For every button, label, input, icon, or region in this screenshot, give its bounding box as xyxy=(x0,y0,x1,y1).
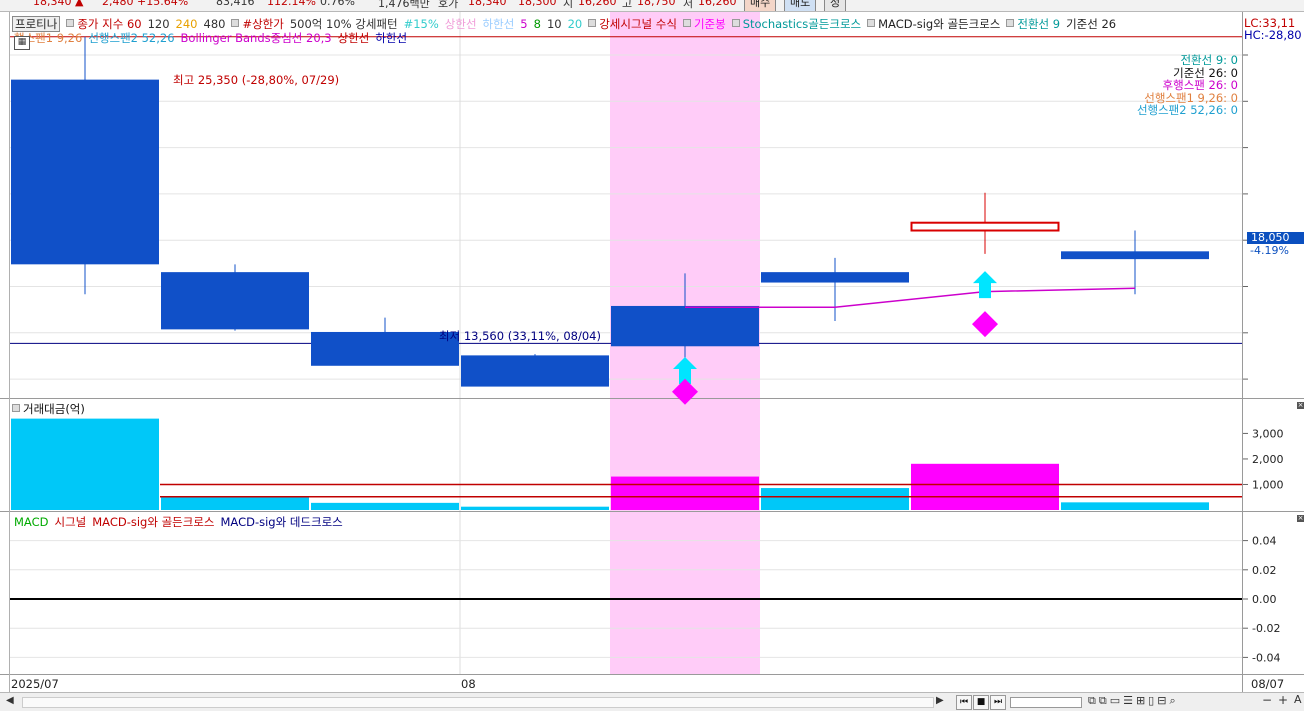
legend-item[interactable]: MACD-sig와 데드크로스 xyxy=(220,515,342,529)
signal-arrow xyxy=(973,271,997,299)
ichimoku-value: 전환선 9: 0 xyxy=(1180,53,1238,67)
current-change-tag: -4.19% xyxy=(1250,244,1289,257)
legend-item[interactable]: 기준선 26 xyxy=(1066,17,1116,31)
volume-bar xyxy=(11,418,159,510)
macd-tick-label: -0.02 xyxy=(1252,622,1280,635)
scroll-left-icon[interactable]: ◀ xyxy=(6,695,14,706)
legend-item[interactable]: 전환선 9 xyxy=(1017,17,1060,31)
high-annotation: 최고 25,350 (-28,80%, 07/29) xyxy=(173,73,340,87)
candle-body xyxy=(461,355,609,387)
zoom-out-icon[interactable]: − xyxy=(1262,693,1272,707)
legend-marker xyxy=(66,19,75,27)
volume-bar xyxy=(911,463,1059,510)
calculator-icon[interactable]: ▦ xyxy=(14,36,30,50)
legend-item[interactable]: #상한가 xyxy=(242,17,283,31)
legend-marker xyxy=(588,19,597,27)
candle-body xyxy=(161,272,309,330)
legend-item[interactable]: 시그널 xyxy=(54,515,86,529)
ichimoku-value: 선행스팬2 52,26: 0 xyxy=(1136,103,1238,118)
main-legend-row2: 행스팬1 9,26 선행스팬2 52,26 Bollinger Bands중심선 2… xyxy=(14,30,413,46)
legend-item[interactable]: 하한선 xyxy=(375,31,407,45)
legend-item[interactable]: 하한선 xyxy=(483,17,515,31)
legend-marker xyxy=(867,19,876,27)
stop-icon[interactable]: ■ xyxy=(973,695,989,710)
tool-icons[interactable]: ⧉⧉▭☰⊞▯⊟⌕ xyxy=(1088,694,1179,708)
legend-item[interactable]: 5 xyxy=(520,17,527,31)
volume-bar xyxy=(611,476,759,510)
volume-tick-label: 2,000 xyxy=(1252,453,1284,466)
candle-body xyxy=(11,79,159,265)
legend-item[interactable]: Bollinger Bands중심선 20,3 xyxy=(181,31,332,45)
candle-body xyxy=(311,331,459,366)
legend-item[interactable]: 기준봉 xyxy=(694,17,726,31)
legend-marker xyxy=(682,19,691,27)
macd-legend: MACD 시그널 MACD-sig와 골든크로스 MACD-sig와 데드크로스 xyxy=(14,514,349,530)
ichimoku-values: 전환선 9: 0 기준선 26: 0 후행스팬 26: 0 선행스팬1 9,26: 0… xyxy=(1137,54,1238,117)
legend-item[interactable]: 선행스팬2 52,26 xyxy=(88,31,174,45)
legend-item[interactable]: 상한선 xyxy=(338,31,370,45)
auto-icon[interactable]: A xyxy=(1294,693,1302,706)
legend-item[interactable]: #15% xyxy=(404,17,439,31)
chart-canvas[interactable]: 3,000 2,000 1,000 0.04 0.02 0.00 -0.02 -0.04 xyxy=(0,0,1304,692)
legend-item[interactable]: 480 xyxy=(204,17,226,31)
candle-body xyxy=(611,305,759,347)
legend-item[interactable]: 120 xyxy=(148,17,170,31)
legend-item[interactable]: MACD xyxy=(14,515,48,529)
bottom-toolbar: ◀ ▶ ⏮ ■ ⏭ ⧉⧉▭☰⊞▯⊟⌕ − + A xyxy=(0,692,1304,711)
current-price-tag: 18,050 xyxy=(1247,232,1304,244)
volume-bar xyxy=(461,506,609,510)
legend-item[interactable]: 8 xyxy=(534,17,541,31)
volume-bar xyxy=(161,496,309,510)
legend-item[interactable]: 강세시그널 수식 xyxy=(599,17,677,31)
legend-item[interactable]: 500억 10% 강세패턴 xyxy=(290,17,398,31)
legend-item[interactable]: MACD-sig와 골든크로스 xyxy=(878,17,1000,31)
zoom-slider[interactable] xyxy=(1010,697,1082,708)
hc-label: HC:-28,80 xyxy=(1244,28,1302,42)
ichimoku-value: 후행스팬 26: 0 xyxy=(1162,78,1238,93)
last-icon[interactable]: ⏭ xyxy=(990,695,1006,710)
legend-item[interactable]: 10 xyxy=(547,17,562,31)
legend-item[interactable]: MACD-sig와 골든크로스 xyxy=(92,515,214,529)
macd-tick-label: -0.04 xyxy=(1252,651,1280,664)
x-label-mid: 08 xyxy=(461,677,476,691)
legend-item[interactable]: 종가 지수 60 xyxy=(77,17,141,31)
volume-legend: 거래대금(억) xyxy=(12,401,85,417)
macd-tick-label: 0.04 xyxy=(1252,535,1277,548)
legend-item[interactable]: 20 xyxy=(568,17,583,31)
macd-tick-label: 0.00 xyxy=(1252,593,1277,606)
legend-marker xyxy=(731,19,740,27)
legend-item[interactable]: 240 xyxy=(176,17,198,31)
volume-bar xyxy=(1061,502,1209,510)
zoom-in-icon[interactable]: + xyxy=(1278,693,1288,707)
horizontal-scrollbar[interactable] xyxy=(22,697,934,708)
close-macd-pane-icon[interactable]: × xyxy=(1297,515,1304,522)
volume-bar xyxy=(761,488,909,510)
volume-title: 거래대금(억) xyxy=(23,402,85,416)
legend-marker xyxy=(1006,19,1015,27)
macd-tick-label: 0.02 xyxy=(1252,564,1277,577)
low-annotation: 최저 13,560 (33,11%, 08/04) xyxy=(439,329,601,343)
volume-tick-label: 1,000 xyxy=(1252,478,1284,491)
first-icon[interactable]: ⏮ xyxy=(956,695,972,710)
candle-body xyxy=(1061,251,1209,260)
volume-tick-label: 3,000 xyxy=(1252,427,1284,440)
candle-body xyxy=(761,272,909,283)
close-volume-pane-icon[interactable]: × xyxy=(1297,402,1304,409)
legend-item[interactable]: Stochastics골든크로스 xyxy=(743,17,861,31)
x-label-end: 08/07 xyxy=(1251,677,1285,691)
volume-bar xyxy=(311,502,459,510)
scroll-right-icon[interactable]: ▶ xyxy=(936,695,944,706)
legend-marker xyxy=(231,19,240,27)
x-label-start: 2025/07 xyxy=(11,677,59,691)
candle-body xyxy=(910,221,1060,232)
legend-item[interactable]: 상한선 xyxy=(445,17,477,31)
